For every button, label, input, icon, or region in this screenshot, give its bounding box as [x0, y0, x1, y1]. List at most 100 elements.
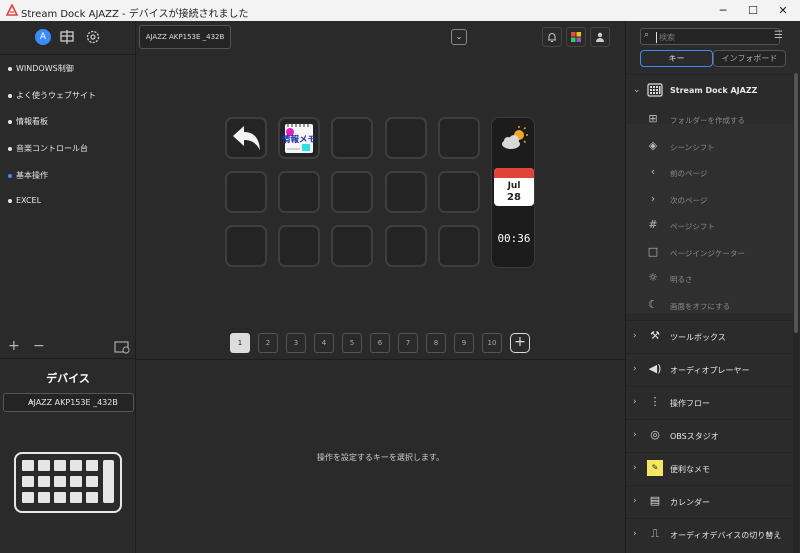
page-button-1[interactable]: 1 [230, 333, 250, 353]
category-label: カレンダー [670, 498, 710, 507]
calendar-header [494, 168, 534, 178]
category-stream-dock[interactable]: ⌄ Stream Dock AJAZZ [626, 74, 794, 106]
key-slot-empty[interactable] [225, 171, 267, 213]
chevron-down-icon: ⌄ [633, 85, 641, 95]
title-bar: Stream Dock AJAZZ - デバイスが接続されました ─ ☐ ✕ [0, 0, 800, 21]
page-button-6[interactable]: 6 [370, 333, 390, 353]
notification-button[interactable] [542, 27, 562, 47]
page-button-8[interactable]: 8 [426, 333, 446, 353]
page-button-10[interactable]: 10 [482, 333, 502, 353]
action-label: 前のページ [670, 169, 708, 178]
key-slot-empty[interactable] [385, 171, 427, 213]
action-scene-shift[interactable]: ◈ シーンシフト [626, 133, 794, 160]
minimize-button[interactable]: ─ [708, 2, 738, 19]
chevron-right-icon: › [633, 496, 637, 506]
action-screen-off[interactable]: ☾ 画面をオフにする [626, 292, 794, 319]
key-slot-empty[interactable] [438, 171, 480, 213]
action-brightness[interactable]: ☼ 明るさ [626, 265, 794, 292]
profile-item-basic[interactable]: 基本操作 [8, 170, 48, 181]
bullet-icon [8, 66, 12, 71]
tab-keys[interactable]: キー [640, 50, 713, 67]
profile-item-infoboard[interactable]: 情報看板 [8, 116, 48, 127]
key-slot-empty[interactable] [385, 117, 427, 159]
add-profile-button[interactable]: + [8, 338, 20, 354]
search-icon: ⌕ [644, 30, 650, 40]
next-page-icon: › [650, 192, 656, 205]
list-view-icon[interactable]: ☰ [774, 30, 783, 41]
layers-icon: ◈ [648, 139, 658, 152]
key-slot-empty[interactable] [385, 225, 427, 267]
remove-profile-button[interactable]: − [33, 338, 45, 354]
select-key-hint: 操作を設定するキーを選択します。 [316, 453, 445, 462]
chevron-down-icon: ⌄ [28, 396, 36, 406]
logo-home-icon[interactable]: A [35, 29, 51, 45]
category-memo[interactable]: › ✎ 便利なメモ [626, 452, 794, 484]
key-slot-empty[interactable] [331, 171, 373, 213]
chevron-down-icon: ⌄ [455, 32, 463, 41]
plugin-store-button[interactable] [566, 27, 586, 47]
key-slot-empty[interactable] [438, 225, 480, 267]
calendar-widget: Jul 28 [494, 168, 534, 206]
page-button-3[interactable]: 3 [286, 333, 306, 353]
page-button-7[interactable]: 7 [398, 333, 418, 353]
device-tab[interactable]: AJAZZ AKP153E _432B [139, 25, 231, 49]
key-slot-memo[interactable]: 情報メモ [278, 117, 320, 159]
key-slot-empty[interactable] [331, 117, 373, 159]
chevron-right-icon: › [633, 331, 637, 341]
category-calendar[interactable]: › ▤ カレンダー [626, 485, 794, 517]
settings-gear-icon[interactable] [85, 29, 101, 45]
device-dropdown-button[interactable]: ⌄ [451, 29, 467, 45]
scrollbar[interactable] [793, 73, 799, 553]
maximize-button[interactable]: ☐ [738, 2, 768, 19]
page-button-5[interactable]: 5 [342, 333, 362, 353]
key-slot-empty[interactable] [331, 225, 373, 267]
category-flow[interactable]: › ⋮ 操作フロー [626, 386, 794, 418]
close-button[interactable]: ✕ [768, 2, 798, 19]
profile-item-websites[interactable]: よく使うウェブサイト [8, 90, 96, 101]
category-obs[interactable]: › ◎ OBSスタジオ [626, 419, 794, 451]
action-next-page[interactable]: › 次のページ [626, 186, 794, 213]
window-title: Stream Dock AJAZZ - デバイスが接続されました [21, 9, 249, 20]
action-page-indicator[interactable]: □ ページインジケーター [626, 239, 794, 266]
stream-dock-actions: ⊞ フォルダーを作成する ◈ シーンシフト ‹ 前のページ › 次のページ # ページシフ… [626, 112, 794, 313]
info-display-strip[interactable]: Jul 28 00:36 [491, 117, 535, 268]
search-input[interactable]: ⌕ 検索 [640, 28, 780, 45]
action-previous-page[interactable]: ‹ 前のページ [626, 159, 794, 186]
category-audio-player[interactable]: › ◀) オーディオプレーヤー [626, 353, 794, 385]
moon-icon: ☾ [648, 298, 658, 311]
memo-key-label: 情報メモ [282, 135, 317, 145]
profile-store-icon[interactable] [114, 340, 130, 354]
profile-label: 基本操作 [16, 171, 48, 180]
account-button[interactable] [590, 27, 610, 47]
category-label: オーディオプレーヤー [670, 366, 750, 375]
clock-display: 00:36 [497, 232, 531, 245]
device-icon[interactable] [59, 29, 75, 45]
page-button-4[interactable]: 4 [314, 333, 334, 353]
add-page-button[interactable]: + [510, 333, 530, 353]
tab-infoboard[interactable]: インフォボード [713, 50, 786, 67]
profile-item-excel[interactable]: EXCEL [8, 196, 41, 205]
key-slot-empty[interactable] [278, 171, 320, 213]
page-button-2[interactable]: 2 [258, 333, 278, 353]
category-label: オーディオデバイスの切り替え [670, 531, 782, 540]
device-select[interactable]: AJAZZ AKP153E _432B ⌄ [3, 393, 134, 412]
page-button-9[interactable]: 9 [454, 333, 474, 353]
action-label: 明るさ [670, 275, 693, 284]
profile-item-music[interactable]: 音楽コントロール台 [8, 143, 88, 154]
key-slot-back[interactable] [225, 117, 267, 159]
calendar-day: 28 [507, 192, 521, 203]
back-arrow-icon [233, 126, 260, 150]
profile-label: 情報看板 [16, 117, 48, 126]
folder-plus-icon: ⊞ [648, 112, 658, 125]
action-create-folder[interactable]: ⊞ フォルダーを作成する [626, 106, 794, 133]
key-slot-empty[interactable] [278, 225, 320, 267]
sidebar-toolbar: A [0, 21, 136, 55]
profile-item-windows[interactable]: WINDOWS制御 [8, 63, 74, 74]
category-audio-device[interactable]: › ⎍ オーディオデバイスの切り替え [626, 518, 794, 550]
category-toolbox[interactable]: › ⚒ ツールボックス [626, 320, 794, 352]
key-slot-empty[interactable] [225, 225, 267, 267]
key-slot-empty[interactable] [438, 117, 480, 159]
previous-page-icon: ‹ [650, 165, 656, 178]
action-page-shift[interactable]: # ページシフト [626, 212, 794, 239]
scrollbar-thumb[interactable] [794, 73, 798, 333]
